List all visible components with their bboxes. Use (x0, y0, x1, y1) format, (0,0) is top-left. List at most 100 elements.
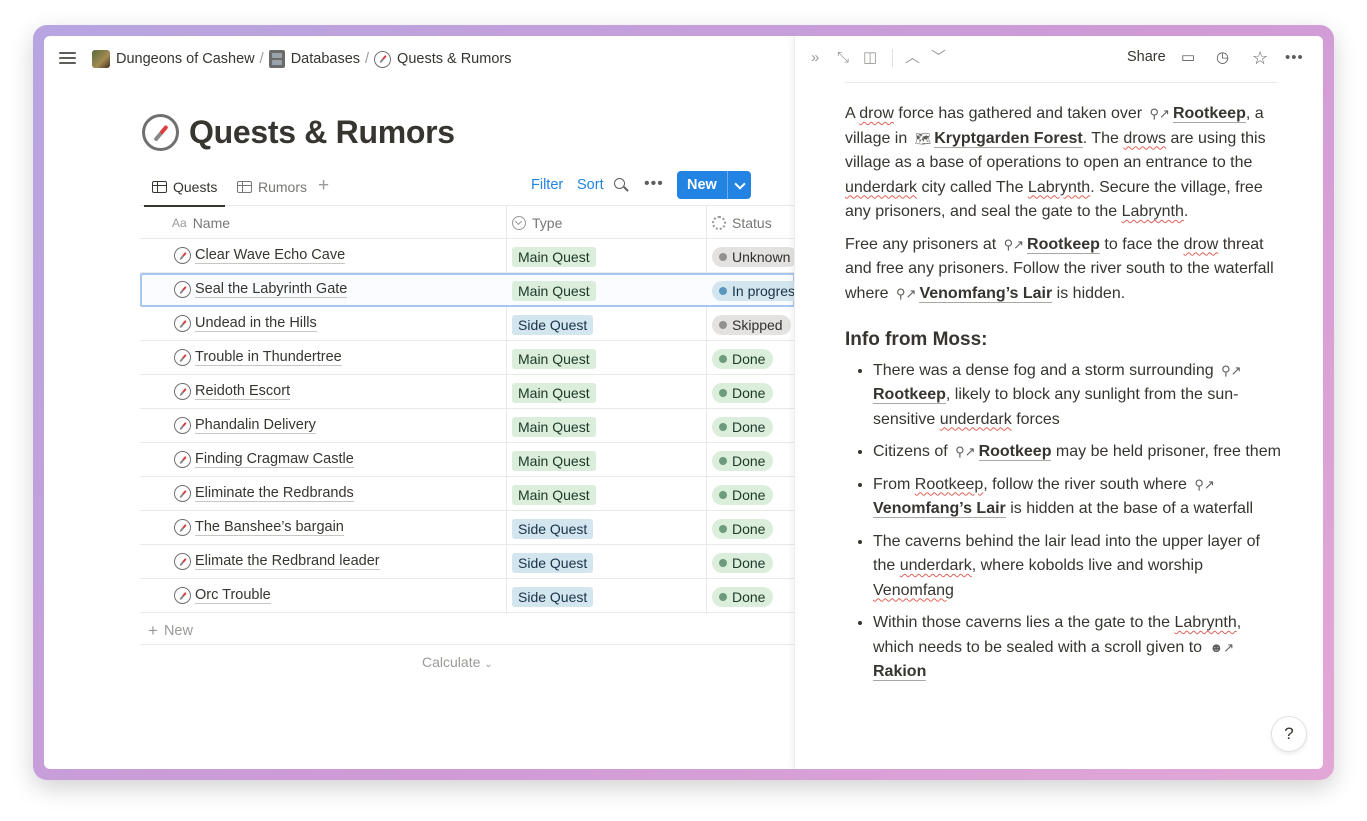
text-property-icon: Aa (172, 215, 187, 230)
history-icon[interactable]: ◷ (1216, 49, 1229, 67)
status-badge[interactable]: Done (712, 553, 774, 573)
close-peek-icon[interactable]: » (811, 49, 819, 67)
status-badge[interactable]: Done (712, 587, 774, 607)
table-row[interactable]: Clear Wave Echo Cave Main Quest Unknown (140, 239, 799, 273)
page-link-rakion[interactable]: Rakion (873, 663, 927, 681)
row-name[interactable]: Seal the Labyrinth Gate (174, 281, 348, 298)
row-name[interactable]: Trouble in Thundertree (174, 349, 342, 366)
type-tag[interactable]: Main Quest (512, 281, 596, 301)
page-link-kryptgarden-forest[interactable]: Kryptgarden Forest (934, 129, 1083, 148)
calculate-button[interactable]: Calculate ⌄ (422, 654, 493, 670)
type-tag[interactable]: Main Quest (512, 451, 596, 471)
status-label: Done (732, 589, 766, 605)
search-icon[interactable] (614, 178, 629, 192)
table-row[interactable]: Elimate the Redbrand leader Side Quest D… (140, 545, 795, 579)
tab-rumors[interactable]: Rumors (229, 176, 315, 198)
list-item: There was a dense fog and a storm surrou… (873, 359, 1285, 433)
new-button[interactable]: New (677, 171, 727, 199)
text: underdark (845, 178, 918, 196)
status-dot (719, 287, 727, 295)
status-dot (719, 389, 727, 397)
type-tag[interactable]: Side Quest (512, 553, 594, 573)
page-link-rootkeep[interactable]: Rootkeep (1027, 235, 1100, 254)
table-row[interactable]: Seal the Labyrinth Gate Main Quest In pr… (140, 273, 804, 307)
row-name[interactable]: Phandalin Delivery (174, 417, 316, 434)
type-tag[interactable]: Side Quest (512, 587, 594, 607)
row-name[interactable]: Elimate the Redbrand leader (174, 553, 380, 570)
page-link-rootkeep[interactable]: Rootkeep (978, 443, 1052, 461)
table-row[interactable]: Eliminate the Redbrands Main Quest Done (140, 477, 795, 511)
row-name[interactable]: Clear Wave Echo Cave (174, 247, 346, 264)
column-header-type[interactable]: Type (512, 206, 562, 239)
text: is hidden. (1052, 284, 1126, 302)
help-button[interactable]: ? (1271, 716, 1307, 752)
compass-icon[interactable] (142, 114, 179, 151)
type-tag[interactable]: Main Quest (512, 417, 596, 437)
page-link-venomfangs-lair[interactable]: Venomfang’s Lair (919, 284, 1053, 303)
breadcrumb-item-quests[interactable]: Quests & Rumors (370, 49, 515, 70)
star-icon[interactable]: ☆ (1252, 49, 1268, 67)
column-header-name[interactable]: Aa Name (172, 206, 230, 239)
paragraph-intro: A drow force has gathered and taken over… (845, 102, 1285, 225)
page-link-rootkeep[interactable]: Rootkeep (873, 386, 946, 404)
table-row[interactable]: Reidoth Escort Main Quest Done (140, 375, 795, 409)
status-label: Done (732, 453, 766, 469)
type-tag[interactable]: Main Quest (512, 349, 596, 369)
row-name[interactable]: Reidoth Escort (174, 383, 291, 400)
breadcrumb-item-dungeons[interactable]: Dungeons of Cashew (88, 48, 259, 70)
status-badge[interactable]: Done (712, 519, 774, 539)
more-options-icon[interactable]: ••• (1285, 49, 1304, 67)
table-row[interactable]: Finding Cragmaw Castle Main Quest Done (140, 443, 795, 477)
status-badge[interactable]: Done (712, 451, 774, 471)
type-tag[interactable]: Side Quest (512, 315, 594, 335)
share-button[interactable]: Share (1127, 49, 1166, 65)
status-badge[interactable]: Done (712, 349, 774, 369)
status-badge[interactable]: Skipped (712, 315, 791, 335)
sort-button[interactable]: Sort (577, 177, 604, 193)
status-badge[interactable]: In progres (712, 281, 804, 301)
chevron-down-icon[interactable]: ﹀ (931, 49, 946, 67)
type-tag[interactable]: Side Quest (512, 519, 594, 539)
table-row[interactable]: Phandalin Delivery Main Quest Done (140, 409, 795, 443)
table-row[interactable]: The Banshee’s bargain Side Quest Done (140, 511, 795, 545)
new-row-button[interactable]: + New (148, 621, 193, 641)
status-badge[interactable]: Done (712, 383, 774, 403)
column-label: Type (532, 214, 563, 231)
map-icon: 🗺 (914, 130, 932, 146)
row-name[interactable]: Eliminate the Redbrands (174, 485, 354, 502)
status-badge[interactable]: Done (712, 417, 774, 437)
row-name[interactable]: Orc Trouble (174, 587, 271, 604)
table-row[interactable]: Orc Trouble Side Quest Done (140, 579, 795, 613)
column-header-status[interactable]: Status (712, 206, 772, 239)
table-row[interactable]: Trouble in Thundertree Main Quest Done (140, 341, 795, 375)
text: is hidden at the base of a waterfall (1005, 500, 1254, 517)
sidebar-menu-icon[interactable] (59, 50, 77, 66)
status-badge[interactable]: Unknown (712, 247, 799, 267)
chevron-down-icon[interactable] (726, 171, 751, 199)
chevron-up-icon[interactable]: ︿ (905, 49, 920, 67)
comment-icon[interactable]: ▭ (1181, 49, 1195, 67)
divider (845, 82, 1277, 83)
status-badge[interactable]: Done (712, 485, 774, 505)
row-name[interactable]: Undead in the Hills (174, 315, 317, 332)
breadcrumb-item-databases[interactable]: Databases (265, 48, 364, 70)
page-link-venomfangs-lair[interactable]: Venomfang’s Lair (873, 500, 1006, 518)
row-name-text: Undead in the Hills (195, 315, 317, 332)
type-tag[interactable]: Main Quest (512, 247, 596, 267)
page-title: Quests & Rumors (142, 114, 455, 151)
expand-icon[interactable]: ⤡ (837, 49, 849, 67)
type-tag[interactable]: Main Quest (512, 485, 596, 505)
page-title-text[interactable]: Quests & Rumors (189, 114, 455, 151)
page-peek-panel: » ⤡ ◫ ︿ ﹀ Share ▭ ◷ ☆ ••• A drow force h… (794, 36, 1323, 769)
table-row[interactable]: Undead in the Hills Side Quest Skipped (140, 307, 795, 341)
filter-button[interactable]: Filter (531, 177, 563, 193)
row-name[interactable]: Finding Cragmaw Castle (174, 451, 354, 468)
more-options-icon[interactable]: ••• (644, 175, 664, 193)
compass-icon (174, 383, 191, 400)
add-view-icon[interactable]: + (318, 175, 329, 197)
row-name[interactable]: The Banshee’s bargain (174, 519, 344, 536)
type-tag[interactable]: Main Quest (512, 383, 596, 403)
page-link-rootkeep[interactable]: Rootkeep (1172, 105, 1246, 123)
tab-quests[interactable]: Quests (144, 176, 226, 207)
side-peek-icon[interactable]: ◫ (863, 49, 877, 67)
